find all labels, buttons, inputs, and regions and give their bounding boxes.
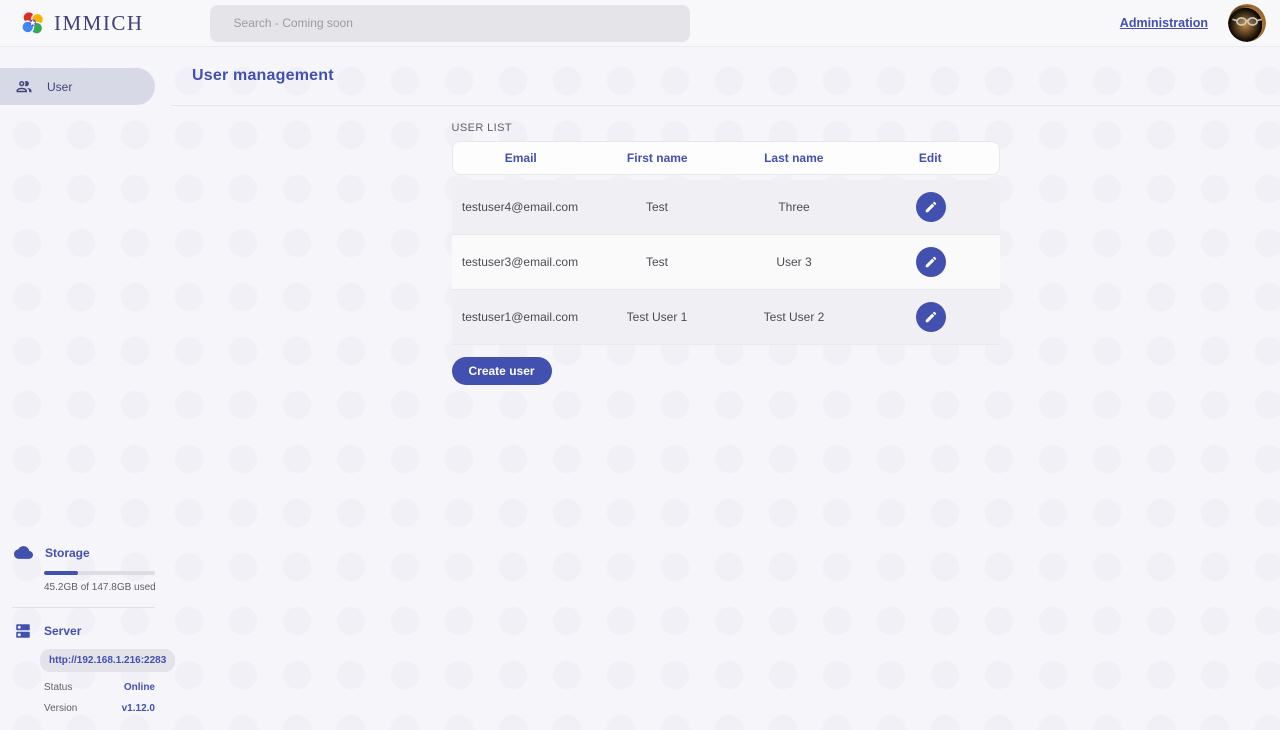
- pencil-icon: [924, 200, 938, 214]
- version-value: v1.12.0: [122, 703, 155, 714]
- cell-last-name: User 3: [726, 255, 863, 269]
- column-header-edit: Edit: [862, 151, 999, 165]
- edit-user-button[interactable]: [916, 192, 946, 222]
- create-user-button[interactable]: Create user: [452, 357, 552, 385]
- page-title: User management: [192, 67, 334, 85]
- table-header-row: Email First name Last name Edit: [452, 141, 1000, 175]
- top-bar: IMMICH Administration: [0, 0, 1280, 47]
- cell-first-name: Test: [589, 200, 726, 214]
- storage-progress-fill: [44, 571, 78, 575]
- table-body: testuser4@email.com Test Three: [452, 180, 1000, 345]
- cell-email: testuser3@email.com: [452, 255, 589, 269]
- immich-flower-icon: [20, 10, 46, 36]
- pencil-icon: [924, 255, 938, 269]
- users-icon: [15, 78, 33, 96]
- storage-label: Storage: [45, 546, 90, 560]
- column-header-email: Email: [453, 151, 590, 165]
- main-content: User management USER LIST Email First na…: [171, 47, 1280, 730]
- server-icon: [14, 622, 32, 640]
- status-value: Online: [124, 682, 155, 693]
- server-section-header: Server: [14, 622, 171, 640]
- administration-link[interactable]: Administration: [1120, 16, 1208, 30]
- sidebar-item-user[interactable]: User: [0, 68, 155, 105]
- cell-last-name: Test User 2: [726, 310, 863, 324]
- cell-first-name: Test: [589, 255, 726, 269]
- server-version-row: Version v1.12.0: [44, 703, 155, 714]
- storage-progress-bar: [44, 571, 155, 575]
- sidebar-footer: Storage 45.2GB of 147.8GB used Server ht…: [0, 543, 171, 730]
- table-row: testuser4@email.com Test Three: [452, 180, 1000, 235]
- page-header: User management: [171, 47, 1280, 106]
- cell-last-name: Three: [726, 200, 863, 214]
- table-row: testuser1@email.com Test User 1 Test Use…: [452, 290, 1000, 345]
- immich-logo[interactable]: IMMICH: [20, 10, 144, 36]
- search-input[interactable]: [210, 5, 690, 42]
- version-label: Version: [44, 703, 77, 714]
- brand-name: IMMICH: [54, 11, 144, 36]
- cell-email: testuser1@email.com: [452, 310, 589, 324]
- cell-email: testuser4@email.com: [452, 200, 589, 214]
- storage-section-header: Storage: [14, 543, 171, 562]
- server-url-badge: http://192.168.1.216:2283: [40, 649, 175, 672]
- sidebar: User Storage 45.2GB of 147.8GB used: [0, 47, 171, 730]
- sidebar-item-label: User: [47, 80, 72, 94]
- status-label: Status: [44, 682, 72, 693]
- edit-user-button[interactable]: [916, 302, 946, 332]
- server-label: Server: [44, 624, 81, 638]
- pencil-icon: [924, 310, 938, 324]
- footer-divider: [12, 607, 155, 608]
- user-list-section: USER LIST Email First name Last name Edi…: [452, 122, 1000, 385]
- storage-usage-text: 45.2GB of 147.8GB used: [44, 582, 171, 593]
- column-header-first-name: First name: [589, 151, 726, 165]
- server-status-row: Status Online: [44, 682, 155, 693]
- user-avatar[interactable]: [1228, 4, 1266, 42]
- column-header-last-name: Last name: [726, 151, 863, 165]
- cell-first-name: Test User 1: [589, 310, 726, 324]
- edit-user-button[interactable]: [916, 247, 946, 277]
- section-title: USER LIST: [452, 122, 1000, 134]
- cloud-icon: [14, 543, 33, 562]
- sidebar-nav: User: [0, 47, 171, 105]
- table-row: testuser3@email.com Test User 3: [452, 235, 1000, 290]
